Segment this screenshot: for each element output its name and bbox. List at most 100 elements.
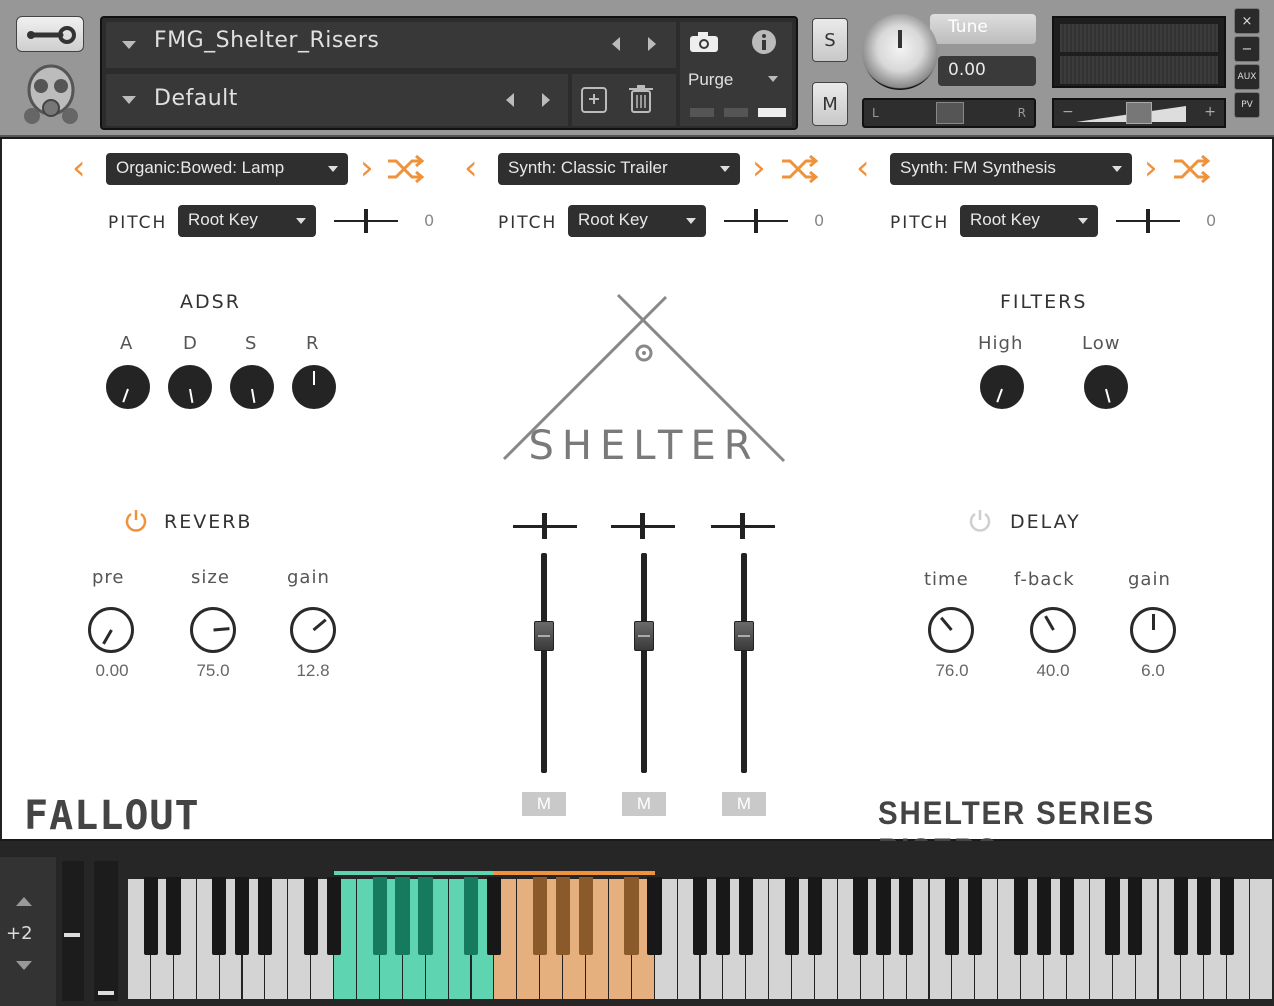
- volume-handle[interactable]: [1126, 102, 1152, 124]
- layer3-mute-button[interactable]: M: [722, 792, 766, 816]
- black-key[interactable]: [395, 877, 410, 955]
- instrument-menu-icon[interactable]: [122, 41, 136, 49]
- piano-keys[interactable]: [128, 841, 1274, 1006]
- close-button[interactable]: ×: [1234, 8, 1260, 34]
- solo-button[interactable]: S: [812, 18, 848, 62]
- black-key[interactable]: [876, 877, 891, 955]
- snapshot-menu-icon[interactable]: [122, 96, 136, 104]
- black-key[interactable]: [1059, 877, 1074, 955]
- black-key[interactable]: [1013, 877, 1028, 955]
- pan-slider[interactable]: L R: [862, 98, 1036, 128]
- black-key[interactable]: [326, 877, 341, 955]
- info-icon[interactable]: [750, 28, 778, 56]
- save-icon[interactable]: [580, 86, 608, 114]
- layer1-pitch-dropdown[interactable]: Root Key: [178, 205, 316, 237]
- layer2-fader-track[interactable]: [641, 553, 647, 773]
- layer3-fader-track[interactable]: [741, 553, 747, 773]
- black-key[interactable]: [555, 877, 570, 955]
- pitch-bend-wheel[interactable]: [62, 861, 84, 1001]
- layer2-preset-dropdown[interactable]: Synth: Classic Trailer: [498, 153, 740, 185]
- layer2-pitch-slider[interactable]: [724, 207, 788, 235]
- layer2-prev-icon[interactable]: ‹: [464, 151, 478, 185]
- mute-button[interactable]: M: [812, 82, 848, 126]
- black-key[interactable]: [532, 877, 548, 955]
- black-key[interactable]: [487, 877, 502, 955]
- black-key[interactable]: [945, 877, 960, 955]
- snapshot-row[interactable]: Default: [106, 74, 568, 126]
- black-key[interactable]: [784, 877, 799, 955]
- layer1-pitch-slider[interactable]: [334, 207, 398, 235]
- aux-button[interactable]: AUX: [1234, 64, 1260, 90]
- layer2-fader-handle[interactable]: [634, 621, 654, 651]
- attack-knob[interactable]: [106, 365, 150, 409]
- release-knob[interactable]: [292, 365, 336, 409]
- delay-time-knob[interactable]: [928, 607, 974, 653]
- black-key[interactable]: [578, 877, 593, 955]
- tune-knob[interactable]: [862, 14, 938, 90]
- layer3-next-icon[interactable]: ›: [1144, 151, 1158, 185]
- layer1-shuffle-icon[interactable]: [386, 155, 424, 183]
- black-key[interactable]: [807, 877, 822, 955]
- black-key[interactable]: [258, 877, 273, 955]
- black-key[interactable]: [143, 877, 158, 955]
- volume-slider[interactable]: − +: [1052, 98, 1226, 128]
- layer2-shuffle-icon[interactable]: [780, 155, 818, 183]
- filter-low-knob[interactable]: [1084, 365, 1128, 409]
- black-key[interactable]: [738, 877, 754, 955]
- black-key[interactable]: [647, 877, 662, 955]
- layer1-prev-icon[interactable]: ‹: [72, 151, 86, 185]
- black-key[interactable]: [899, 877, 914, 955]
- black-key[interactable]: [1174, 877, 1189, 955]
- black-key[interactable]: [1196, 877, 1212, 955]
- layer3-preset-dropdown[interactable]: Synth: FM Synthesis: [890, 153, 1132, 185]
- reverb-gain-knob[interactable]: [290, 607, 336, 653]
- pv-button[interactable]: PV: [1234, 92, 1260, 118]
- instrument-name-row[interactable]: FMG_Shelter_Risers: [106, 22, 676, 68]
- black-key[interactable]: [693, 877, 708, 955]
- reverb-size-knob[interactable]: [190, 607, 236, 653]
- black-key[interactable]: [212, 877, 227, 955]
- layer3-fader-handle[interactable]: [734, 621, 754, 651]
- layer3-prev-icon[interactable]: ‹: [856, 151, 870, 185]
- reverb-power-icon[interactable]: [124, 509, 148, 533]
- layer1-next-icon[interactable]: ›: [360, 151, 374, 185]
- pan-handle[interactable]: [936, 102, 964, 124]
- black-key[interactable]: [464, 877, 479, 955]
- black-key[interactable]: [716, 877, 731, 955]
- layer1-pan-slider[interactable]: [513, 511, 577, 541]
- black-key[interactable]: [372, 877, 387, 955]
- layer3-pitch-slider[interactable]: [1116, 207, 1180, 235]
- prev-instrument-icon[interactable]: [612, 37, 620, 51]
- mod-wheel[interactable]: [94, 861, 118, 1001]
- reverb-pre-knob[interactable]: [88, 607, 134, 653]
- black-key[interactable]: [166, 877, 181, 955]
- settings-button[interactable]: [16, 16, 84, 52]
- layer2-next-icon[interactable]: ›: [752, 151, 766, 185]
- delay-power-icon[interactable]: [968, 509, 992, 533]
- layer3-shuffle-icon[interactable]: [1172, 155, 1210, 183]
- tune-value[interactable]: 0.00: [938, 56, 1036, 86]
- purge-menu[interactable]: Purge: [688, 70, 733, 90]
- minimize-button[interactable]: −: [1234, 36, 1260, 62]
- next-instrument-icon[interactable]: [648, 37, 656, 51]
- octave-down-icon[interactable]: [16, 961, 32, 970]
- black-key[interactable]: [1036, 877, 1051, 955]
- octave-up-icon[interactable]: [16, 897, 32, 906]
- layer1-mute-button[interactable]: M: [522, 792, 566, 816]
- sustain-knob[interactable]: [230, 365, 274, 409]
- black-key[interactable]: [418, 877, 433, 955]
- layer2-mute-button[interactable]: M: [622, 792, 666, 816]
- black-key[interactable]: [853, 877, 868, 955]
- layer1-fader-handle[interactable]: [534, 621, 554, 651]
- purge-dropdown-icon[interactable]: [768, 76, 778, 82]
- mod-wheel-handle[interactable]: [98, 991, 114, 995]
- black-key[interactable]: [1105, 877, 1120, 955]
- layer2-pitch-dropdown[interactable]: Root Key: [568, 205, 706, 237]
- pitch-bend-handle[interactable]: [64, 933, 80, 937]
- layer1-preset-dropdown[interactable]: Organic:Bowed: Lamp: [106, 153, 348, 185]
- camera-icon[interactable]: [686, 28, 722, 56]
- black-key[interactable]: [1219, 877, 1235, 955]
- filter-high-knob[interactable]: [980, 365, 1024, 409]
- trash-icon[interactable]: [628, 84, 654, 114]
- layer3-pitch-dropdown[interactable]: Root Key: [960, 205, 1098, 237]
